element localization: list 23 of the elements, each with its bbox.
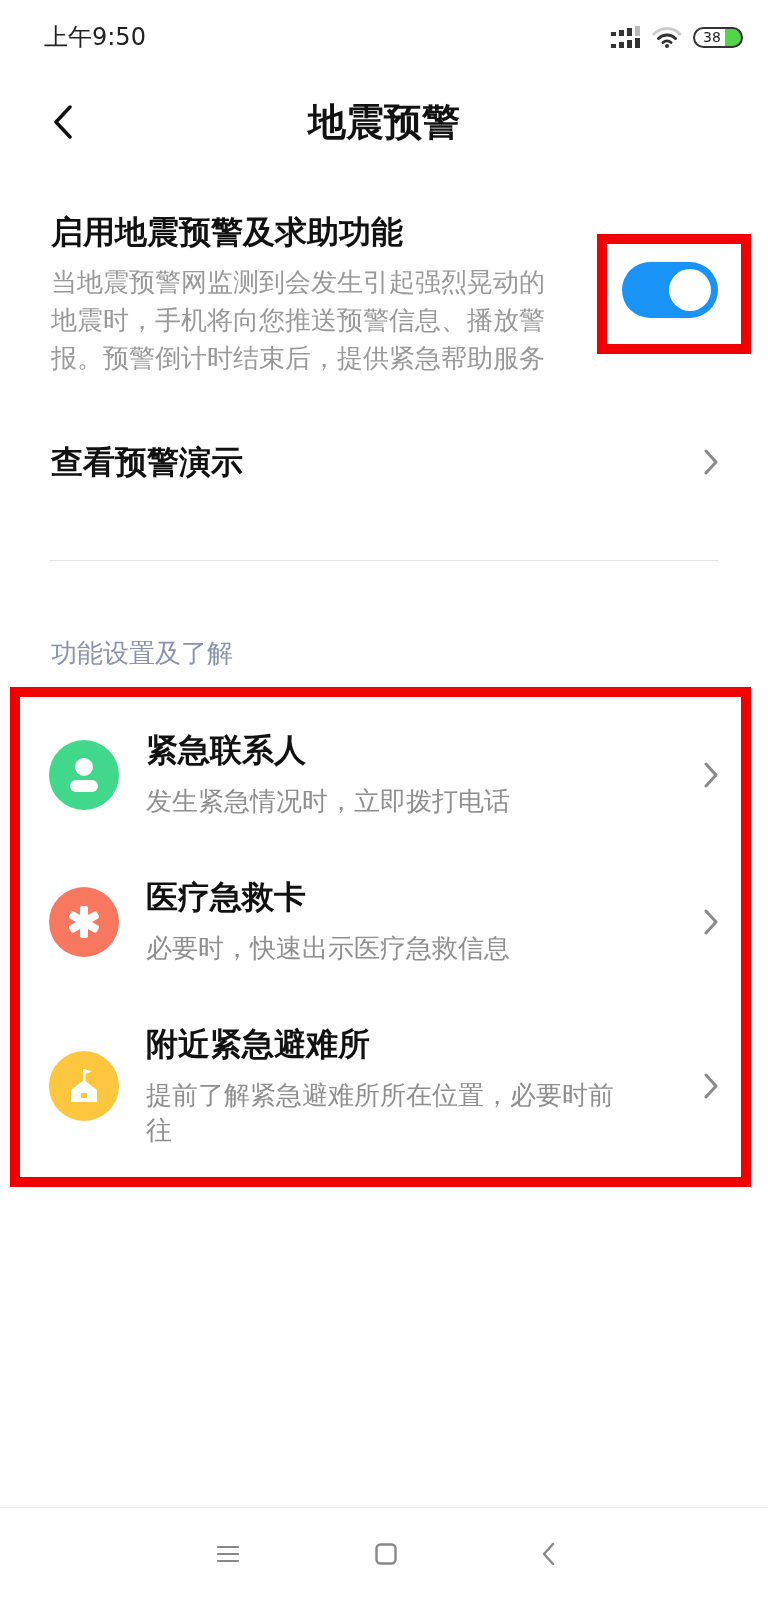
chevron-icon[interactable] (704, 908, 718, 935)
section-header: 功能设置及了解 (51, 637, 233, 670)
item-title: 紧急联系人 (146, 730, 307, 770)
item-title: 医疗急救卡 (146, 877, 307, 917)
item-subtitle: 必要时，快速出示医疗急救信息 (146, 932, 511, 965)
item-subtitle: 发生紧急情况时，立即拨打电话 (146, 785, 511, 818)
page-title: 地震预警 (308, 99, 460, 146)
home-icon[interactable] (375, 1543, 397, 1565)
battery-indicator: 38 (693, 26, 743, 48)
status-time: 上午9:50 (44, 22, 146, 52)
item-subtitle: 提前了解紧急避难所所在位置，必要时前往 (146, 1079, 615, 1147)
toggle-switch[interactable] (622, 262, 718, 318)
wifi-icon (652, 26, 682, 48)
back-icon[interactable] (54, 105, 72, 139)
chevron-icon[interactable] (704, 1073, 718, 1099)
setting-description: 当地震预警网监测到会发生引起强烈晃动的地震时，手机将向您推送预警信息、播放警报。预警倒计时结束后，提供紧急帮助服务 (51, 266, 546, 375)
demo-label[interactable]: 查看预警演示 (51, 442, 243, 482)
item-title: 附近紧急避难所 (146, 1024, 371, 1064)
menu-icon[interactable] (217, 1545, 239, 1563)
chevron-icon[interactable] (704, 761, 718, 788)
chevron-icon[interactable] (704, 449, 718, 475)
setting-title: 启用地震预警及求助功能 (51, 212, 404, 252)
signal-icon (611, 26, 640, 48)
